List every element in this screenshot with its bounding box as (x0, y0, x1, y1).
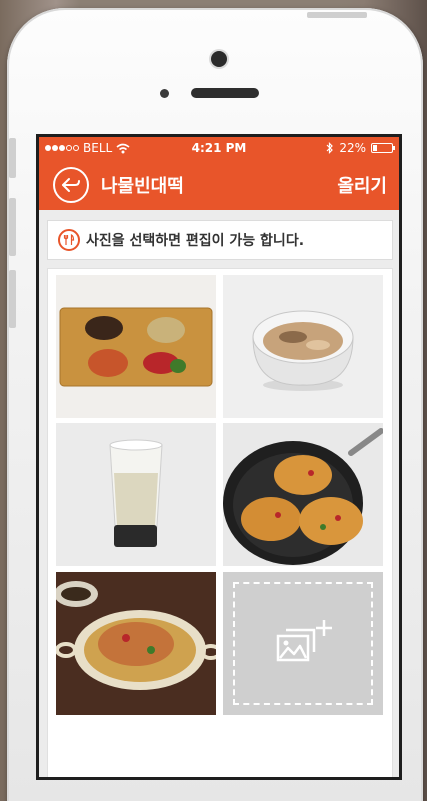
nav-bar: 나물빈대떡 올리기 (39, 159, 399, 210)
photo-ingredients[interactable] (56, 275, 216, 418)
notice-text: 사진을 선택하면 편집이 가능 합니다. (86, 233, 305, 249)
proximity-sensor (160, 89, 169, 98)
photo-bowl[interactable] (223, 275, 383, 418)
power-button (307, 12, 367, 18)
add-photo-button[interactable] (223, 572, 383, 715)
volume-up-button (9, 198, 16, 256)
photo-batter-glass[interactable] (56, 423, 216, 566)
battery-icon (371, 143, 395, 153)
page-title: 나물빈대떡 (101, 176, 184, 197)
front-camera (211, 51, 227, 67)
earpiece-speaker (191, 88, 259, 98)
battery-percent: 22% (339, 141, 366, 155)
utensils-icon (58, 229, 80, 251)
volume-down-button (9, 270, 16, 328)
mute-switch (9, 138, 16, 178)
photo-grid (47, 268, 393, 777)
status-bar: BELL 4:21 PM 22% (39, 137, 399, 159)
bluetooth-icon (326, 142, 334, 154)
photo-plated-dish[interactable] (56, 572, 216, 715)
add-photo-icon (276, 619, 332, 661)
upload-button[interactable]: 올리기 (337, 172, 387, 198)
app-screen: BELL 4:21 PM 22% 나물빈대떡 올리기 사진을 선택하면 편집이 … (36, 134, 402, 780)
back-button[interactable] (53, 167, 89, 203)
status-right: 22% (326, 141, 395, 155)
back-arrow-icon (62, 178, 80, 192)
photo-frying-pan[interactable] (223, 423, 383, 566)
notice-banner: 사진을 선택하면 편집이 가능 합니다. (47, 220, 393, 260)
